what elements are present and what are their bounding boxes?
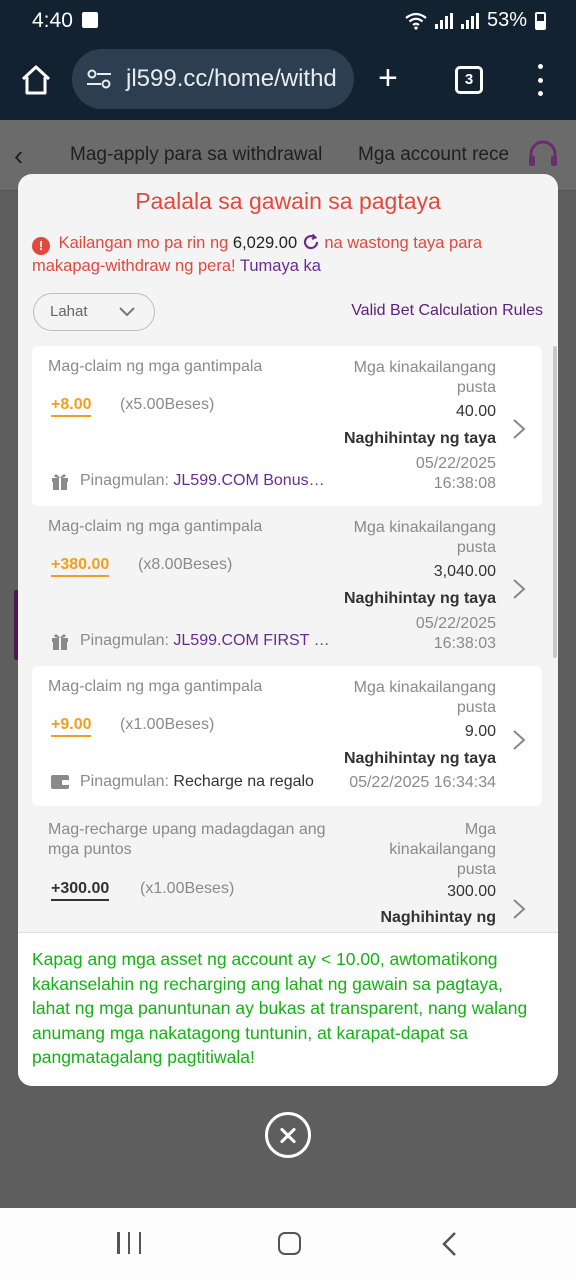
chevron-right-icon[interactable]: [512, 898, 526, 920]
close-icon[interactable]: [265, 1112, 311, 1158]
chevron-right-icon[interactable]: [512, 418, 526, 440]
timestamp: 05/22/2025 16:38:03: [416, 614, 496, 654]
task-card[interactable]: Mag-claim ng mga gantimpala +8.00 (x5.00…: [32, 346, 542, 506]
required-bet-value: 3,040.00: [433, 563, 496, 580]
multiplier: (x8.00Beses): [138, 556, 233, 573]
date-text: 05/22/2025: [415, 615, 496, 632]
bonus-amount: +300.00: [51, 880, 110, 901]
required-bet-value: 300.00: [447, 883, 496, 900]
notice-amount: 6,029.00: [232, 234, 298, 252]
bet-notice: ! Kailangan mo pa rin ng 6,029.00 na was…: [32, 232, 532, 277]
scrollbar[interactable]: [553, 346, 557, 658]
more-vert-icon[interactable]: [536, 64, 544, 96]
signal-icon: [434, 12, 453, 29]
multiplier: (x1.00Beses): [120, 716, 215, 733]
timestamp: 05/22/2025 16:38:08: [416, 454, 496, 494]
source: Pinagmulan: JL599.COM Bonus…: [50, 471, 325, 491]
wifi-icon: [405, 12, 427, 30]
url-bar[interactable]: jl599.cc/home/withd: [72, 49, 354, 109]
task-list[interactable]: Mag-claim ng mga gantimpala +8.00 (x5.00…: [32, 346, 544, 932]
bonus-amount: +9.00: [51, 716, 92, 737]
plus-icon[interactable]: +: [378, 61, 398, 95]
source: Pinagmulan: JL599.COM FIRST …: [50, 631, 330, 651]
task-card[interactable]: Mag-claim ng mga gantimpala +380.00 (x8.…: [32, 506, 542, 666]
required-bet-value: 40.00: [455, 403, 496, 420]
footer-note: Kapag ang mga asset ng account ay < 10.0…: [18, 932, 558, 1086]
required-bet-label: Mga kinakailangang pusta: [353, 679, 496, 716]
bonus-amount: +8.00: [51, 396, 92, 417]
source-name: JL599.COM Bonus…: [173, 472, 325, 489]
task-label: Mag-recharge upang madagdagan ang mga pu…: [48, 821, 326, 858]
task-label: Mag-claim ng mga gantimpala: [48, 518, 263, 535]
tab-accounts[interactable]: Mga account recei: [358, 144, 508, 166]
back-nav-icon[interactable]: [440, 1231, 460, 1257]
headset-icon[interactable]: [526, 138, 560, 172]
task-label: Mag-claim ng mga gantimpala: [48, 358, 263, 375]
chevron-down-icon[interactable]: [118, 303, 136, 321]
source: Pinagmulan: Recharge na regalo: [50, 772, 314, 792]
home-icon[interactable]: [18, 62, 54, 98]
url-text[interactable]: jl599.cc/home/withd: [126, 65, 337, 93]
task-card[interactable]: Mag-claim ng mga gantimpala +9.00 (x1.00…: [32, 666, 542, 806]
status-right: 53%: [405, 9, 546, 32]
status-bar: 4:40 53%: [0, 0, 576, 44]
status-text: Naghihintay ng taya: [343, 430, 496, 447]
bonus-amount: +380.00: [51, 556, 110, 577]
warning-icon: !: [32, 237, 50, 255]
source-name: Recharge na regalo: [173, 773, 314, 790]
status-text: Naghihintay ng taya: [343, 590, 496, 607]
required-bet-label: Mga kinakailangang pusta: [353, 359, 496, 396]
timestamp: 05/22/2025 16:34:34: [349, 774, 496, 791]
image-icon: [82, 12, 98, 28]
multiplier: (x5.00Beses): [120, 396, 215, 413]
required-bet-value: 9.00: [464, 723, 496, 740]
filter-dropdown[interactable]: Lahat: [33, 293, 155, 331]
battery-percent: 53%: [486, 9, 527, 31]
signal-icon: [460, 12, 479, 29]
notice-prefix: Kailangan mo pa rin ng: [58, 234, 229, 252]
source-name: JL599.COM FIRST …: [173, 632, 330, 649]
betting-task-modal: Paalala sa gawain sa pagtaya ! Kailangan…: [18, 174, 558, 1086]
browser-toolbar: jl599.cc/home/withd + 3: [0, 44, 576, 120]
site-settings-icon[interactable]: [86, 68, 112, 90]
chevron-right-icon[interactable]: [512, 729, 526, 751]
filter-value[interactable]: Lahat: [50, 303, 88, 320]
status-time: 4:40: [32, 9, 73, 32]
chevron-right-icon[interactable]: [512, 578, 526, 600]
multiplier: (x1.00Beses): [140, 880, 235, 897]
home-nav-icon[interactable]: [278, 1232, 301, 1255]
tab-withdrawal[interactable]: Mag-apply para sa withdrawal: [70, 144, 322, 166]
source-label: Pinagmulan:: [80, 632, 169, 649]
gift-icon: [52, 474, 68, 490]
gift-icon: [52, 634, 68, 650]
required-bet-label: Mga kinakailangang pusta: [389, 821, 496, 878]
task-label: Mag-claim ng mga gantimpala: [48, 678, 263, 695]
time-text: 16:38:08: [433, 475, 496, 492]
wallet-icon: [51, 775, 69, 789]
required-bet-label: Mga kinakailangang pusta: [353, 519, 496, 556]
valid-bet-rules-link[interactable]: Valid Bet Calculation Rules: [351, 302, 543, 320]
status-text: Naghihintay ng: [380, 909, 496, 926]
refresh-icon[interactable]: [302, 233, 320, 251]
system-nav-bar: [0, 1208, 576, 1280]
tabs-icon[interactable]: 3: [455, 66, 483, 94]
status-text: Naghihintay ng taya: [343, 750, 496, 767]
task-card[interactable]: Mag-recharge upang madagdagan ang mga pu…: [32, 806, 542, 932]
time-text: 16:38:03: [433, 635, 496, 652]
back-arrow-icon[interactable]: ‹: [14, 140, 23, 172]
source-label: Pinagmulan:: [80, 773, 169, 790]
battery-icon: [535, 11, 546, 30]
modal-title: Paalala sa gawain sa pagtaya: [135, 188, 441, 214]
source-label: Pinagmulan:: [80, 472, 169, 489]
recent-apps-icon[interactable]: [117, 1232, 141, 1254]
date-text: 05/22/2025: [415, 455, 496, 472]
bet-now-link[interactable]: Tumaya ka: [240, 257, 321, 275]
